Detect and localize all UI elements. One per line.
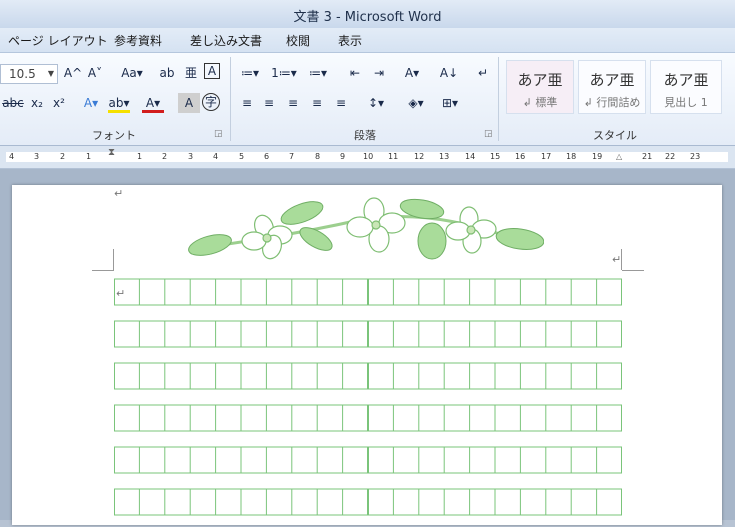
crop-mark [92,270,114,271]
asian-layout-button[interactable]: A▾ [398,63,426,83]
ruler-label: 18 [566,152,577,161]
subscript-button[interactable]: x₂ [26,93,48,113]
ruler-label: 7 [289,152,295,161]
ruler-label: 11 [388,152,399,161]
dialog-launcher-icon[interactable]: ◲ [484,129,493,139]
ruler-label: 4 [9,152,15,161]
ruler-label: 6 [264,152,270,161]
enclose-characters-button[interactable]: 字 [202,93,220,111]
text-effects-button[interactable]: A▾ [80,93,102,113]
ruler-label: 13 [439,152,450,161]
horizontal-ruler[interactable]: 4 3 2 1 ⧗ 1 2 3 4 5 6 7 8 9 10 11 12 13 … [0,146,735,169]
title-bar: 文書 3 - Microsoft Word [0,0,735,28]
ribbon-tabs: ページ レイアウト 参考資料 差し込み文書 校閲 表示 [0,28,735,53]
manuscript-grid[interactable] [114,277,622,527]
style-heading-1[interactable]: あア亜 見出し 1 [650,60,722,114]
manuscript-grid-lines [114,278,622,516]
ruler-label: 1 [86,152,92,161]
align-center-button[interactable]: ≡ [258,93,280,113]
style-no-spacing[interactable]: あア亜 ↲ 行間詰め [578,60,646,114]
crop-mark [113,249,114,270]
line-spacing-button[interactable]: ↕▾ [362,93,390,113]
ruler-label: 15 [490,152,501,161]
font-size-value: 10.5 [9,67,36,81]
bullets-button[interactable]: ≔▾ [236,63,264,83]
ruler-label: 16 [515,152,526,161]
strikethrough-button[interactable]: abc [0,93,26,113]
tab-view[interactable]: 表示 [338,32,362,49]
ruler-label: 2 [162,152,168,161]
window-title: 文書 3 - Microsoft Word [293,10,442,25]
borders-button[interactable]: ⊞▾ [436,93,464,113]
style-name: 見出し 1 [664,96,708,109]
ruler-label: 8 [315,152,321,161]
style-sample: あア亜 [589,71,635,89]
shrink-font-button[interactable]: A˅ [84,63,106,83]
right-indent-marker-icon[interactable]: △ [616,152,622,161]
style-normal[interactable]: あア亜 ↲ 標準 [506,60,574,114]
clear-formatting-button[interactable]: ab [156,63,178,83]
font-color-button[interactable]: A▾ [142,93,164,113]
character-border-button[interactable]: A [204,63,220,79]
style-sample: あア亜 [517,71,563,89]
multilevel-list-button[interactable]: ≔▾ [304,63,332,83]
ruler-label: 2 [60,152,66,161]
ruler-label: 1 [137,152,143,161]
ruler-label: 4 [213,152,219,161]
paragraph-mark: ↵ [114,187,124,200]
style-sample: あア亜 [663,71,709,89]
tab-page-layout[interactable]: ページ レイアウト [8,32,108,49]
ruler-label: 9 [340,152,346,161]
decrease-indent-button[interactable]: ⇤ [344,63,366,83]
paragraph-mark: ↵ [612,253,622,266]
character-shading-button[interactable]: A [178,93,200,113]
ruler-label: 10 [363,152,374,161]
ruler-label: 3 [188,152,194,161]
align-left-button[interactable]: ≡ [236,93,258,113]
chevron-down-icon[interactable]: ▼ [48,65,54,83]
phonetic-guide-button[interactable]: 亜 [180,63,202,83]
ruler-label: 5 [239,152,245,161]
highlight-button[interactable]: ab▾ [108,93,130,113]
tab-review[interactable]: 校閲 [286,32,310,49]
increase-indent-button[interactable]: ⇥ [368,63,390,83]
ruler-label: 19 [592,152,603,161]
document-area[interactable]: ↵ ↵ ↵ [0,169,735,525]
ruler-label: 17 [541,152,552,161]
group-separator [230,57,231,141]
indent-marker-icon[interactable]: ⧗ [108,147,115,158]
ruler-label: 14 [465,152,476,161]
crop-mark [621,249,622,270]
show-marks-button[interactable]: ↵ [472,63,494,83]
numbering-button[interactable]: 1≔▾ [270,63,298,83]
group-separator [498,57,499,141]
sort-button[interactable]: A↓ [438,63,460,83]
tab-mailings[interactable]: 差し込み文書 [190,32,262,49]
style-name: ↲ 行間詰め [583,96,641,109]
ruler-label: 12 [414,152,425,161]
change-case-button[interactable]: Aa▾ [118,63,146,83]
paragraph-group-label: 段落 [354,129,376,142]
font-size-combo[interactable]: 10.5 ▼ [0,64,58,84]
document-page[interactable]: ↵ ↵ ↵ [12,185,722,525]
tab-references[interactable]: 参考資料 [114,32,162,49]
justify-button[interactable]: ≡ [306,93,328,113]
style-group-label: スタイル [593,129,637,142]
flower-decoration-image [188,197,544,260]
grow-font-button[interactable]: A^ [62,63,84,83]
style-name: ↲ 標準 [522,96,558,109]
dialog-launcher-icon[interactable]: ◲ [214,129,223,139]
ruler-label: 3 [34,152,40,161]
align-right-button[interactable]: ≡ [282,93,304,113]
crop-mark [622,270,644,271]
ruler-label: 23 [690,152,701,161]
shading-button[interactable]: ◈▾ [402,93,430,113]
superscript-button[interactable]: x² [48,93,70,113]
ruler-label: 22 [665,152,676,161]
distributed-button[interactable]: ≡ [330,93,352,113]
ruler-label: 21 [642,152,653,161]
font-group-label: フォント [92,129,136,142]
ribbon: 10.5 ▼ A^ A˅ Aa▾ ab 亜 A abc x₂ x² A▾ ab▾… [0,53,735,146]
